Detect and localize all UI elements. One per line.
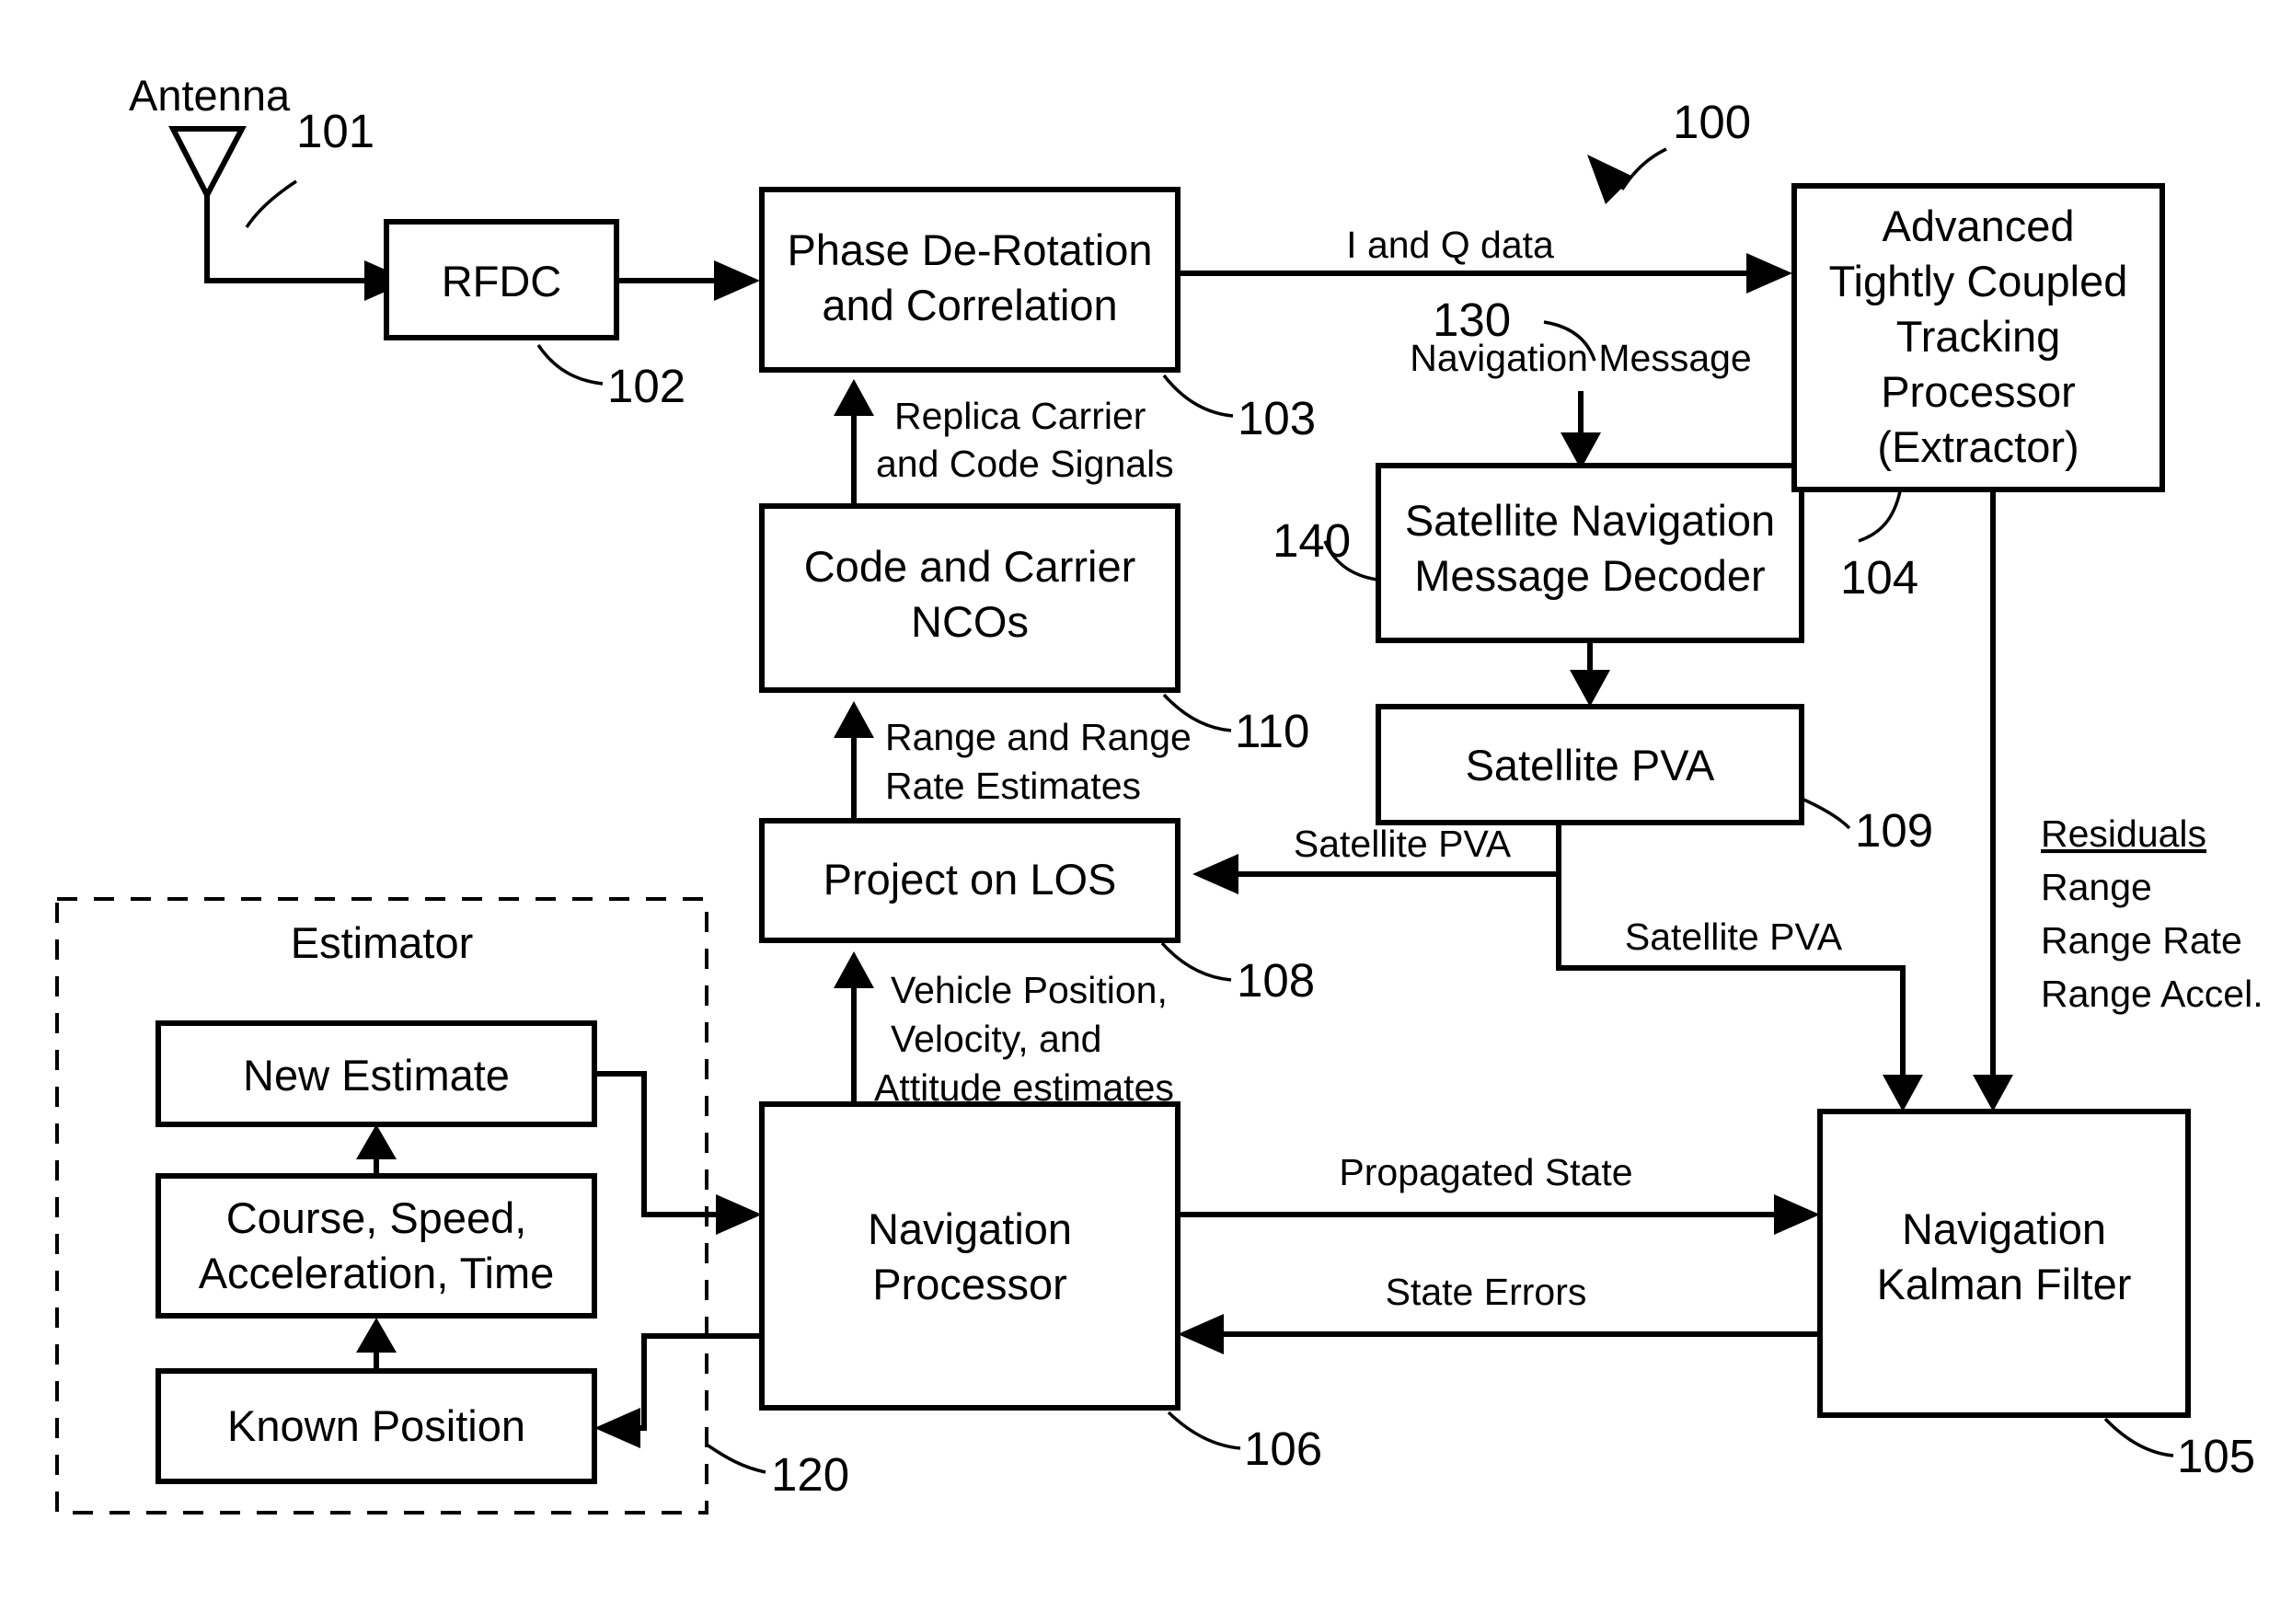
edge-satpva-to-kalman [1556,874,1923,1111]
edge-label-satpva-kalman: Satellite PVA [1625,916,1843,958]
ref-105: 105 [2177,1430,2255,1482]
edge-label-range-line1: Range and Range [885,716,1192,758]
block-kalman-line2: Kalman Filter [1877,1260,2132,1308]
block-navigation-processor: Navigation Processor [759,1101,1181,1411]
residuals-item-2: Range Accel. [2041,973,2263,1015]
block-course-line1: Course, Speed, [226,1193,527,1242]
estimator-group-title: Estimator [291,918,474,967]
block-satellite-pva: Satellite PVA [1376,704,1804,825]
residuals-item-1: Range Rate [2041,919,2242,962]
block-satellite-nav-message-decoder: Satellite Navigation Message Decoder [1376,463,1804,643]
ref-104: 104 [1840,551,1918,604]
ref-109: 109 [1855,804,1933,857]
edge-label-range-line2: Rate Estimates [885,765,1141,807]
block-atc-line5: (Extractor) [1877,422,2079,471]
edge-state-errors [1178,1314,1820,1354]
edge-residuals [1973,490,2013,1111]
ref-120: 120 [771,1448,849,1501]
antenna-label: Antenna [129,71,291,120]
edge-known-to-course [356,1318,397,1371]
block-rfdc: RFDC [384,219,619,340]
ref-103: 103 [1238,392,1316,444]
block-navproc-line1: Navigation [868,1204,1072,1253]
block-advanced-tightly-coupled-tracking-processor: Advanced Tightly Coupled Tracking Proces… [1791,183,2165,492]
block-decoder-line1: Satellite Navigation [1405,496,1775,545]
block-atc-line3: Tracking [1896,312,2060,361]
block-phase-line1: Phase De-Rotation [787,225,1152,274]
edge-label-vehicle-line1: Vehicle Position, [891,969,1168,1011]
block-diagram-canvas: Antenna 101 RFDC 102 Phase De-Rotation a… [0,0,2292,1624]
block-atc-line4: Processor [1881,367,2076,416]
block-course-line2: Acceleration, Time [199,1249,555,1297]
ref-106: 106 [1244,1422,1322,1475]
block-code-and-carrier-ncos: Code and Carrier NCOs [759,503,1181,693]
edge-navmessage-to-decoder [1561,391,1601,469]
edge-label-propagated-state: Propagated State [1339,1151,1632,1193]
residuals-item-0: Range [2041,866,2152,908]
block-course-speed-acceleration-time: Course, Speed, Acceleration, Time [155,1173,597,1319]
block-known-position: Known Position [155,1368,597,1484]
edge-newestimate-to-navproc [594,1071,762,1235]
block-kalman-line1: Navigation [1902,1204,2106,1253]
block-rfdc-label: RFDC [442,257,562,305]
figure-ref-100-pointer [1587,147,1667,204]
block-project-on-los: Project on LOS [759,818,1181,943]
ref-110: 110 [1235,705,1309,757]
edge-label-vehicle-line2: Velocity, and [891,1018,1101,1060]
block-atc-line2: Tightly Coupled [1829,257,2128,305]
edge-navproc-to-known-position [594,1333,762,1448]
block-ncos-line2: NCOs [911,597,1029,646]
ref-102: 102 [607,360,685,412]
ref-140: 140 [1273,514,1351,567]
ref-130: 130 [1433,294,1511,346]
block-phase-derotation: Phase De-Rotation and Correlation [759,187,1181,373]
edge-vehicle-estimates [834,951,874,1104]
block-known-position-label: Known Position [227,1401,525,1450]
edge-decoder-to-satpva [1570,640,1610,707]
ref-101: 101 [296,105,374,157]
block-satellite-pva-label: Satellite PVA [1466,741,1715,789]
edge-rfdc-to-phase [616,260,760,301]
edge-label-iq-data: I and Q data [1346,224,1554,266]
ref-108: 108 [1237,954,1315,1007]
residuals-annotation: Residuals Range Range Rate Range Accel. [2041,812,2263,1015]
edge-range-estimates [834,701,874,821]
edge-label-satpva-los: Satellite PVA [1294,823,1512,865]
block-new-estimate-label: New Estimate [243,1051,510,1100]
residuals-heading: Residuals [2041,812,2206,855]
block-ncos-line1: Code and Carrier [804,542,1136,591]
edge-course-to-new-estimate [356,1124,397,1176]
block-navigation-kalman-filter: Navigation Kalman Filter [1817,1109,2191,1418]
edge-replica-carrier [834,379,874,506]
block-new-estimate: New Estimate [155,1020,597,1127]
block-navproc-line2: Processor [872,1260,1067,1308]
block-project-los-label: Project on LOS [824,855,1117,904]
edge-label-replica-line2: and Code Signals [876,443,1174,485]
block-decoder-line2: Message Decoder [1414,551,1765,600]
figure-ref-100: 100 [1673,96,1751,148]
edge-propagated-state [1178,1194,1820,1235]
edge-label-state-errors: State Errors [1386,1271,1587,1313]
block-atc-line1: Advanced [1882,202,2074,250]
edge-label-replica-line1: Replica Carrier [894,395,1146,437]
block-phase-line2: and Correlation [822,281,1117,329]
